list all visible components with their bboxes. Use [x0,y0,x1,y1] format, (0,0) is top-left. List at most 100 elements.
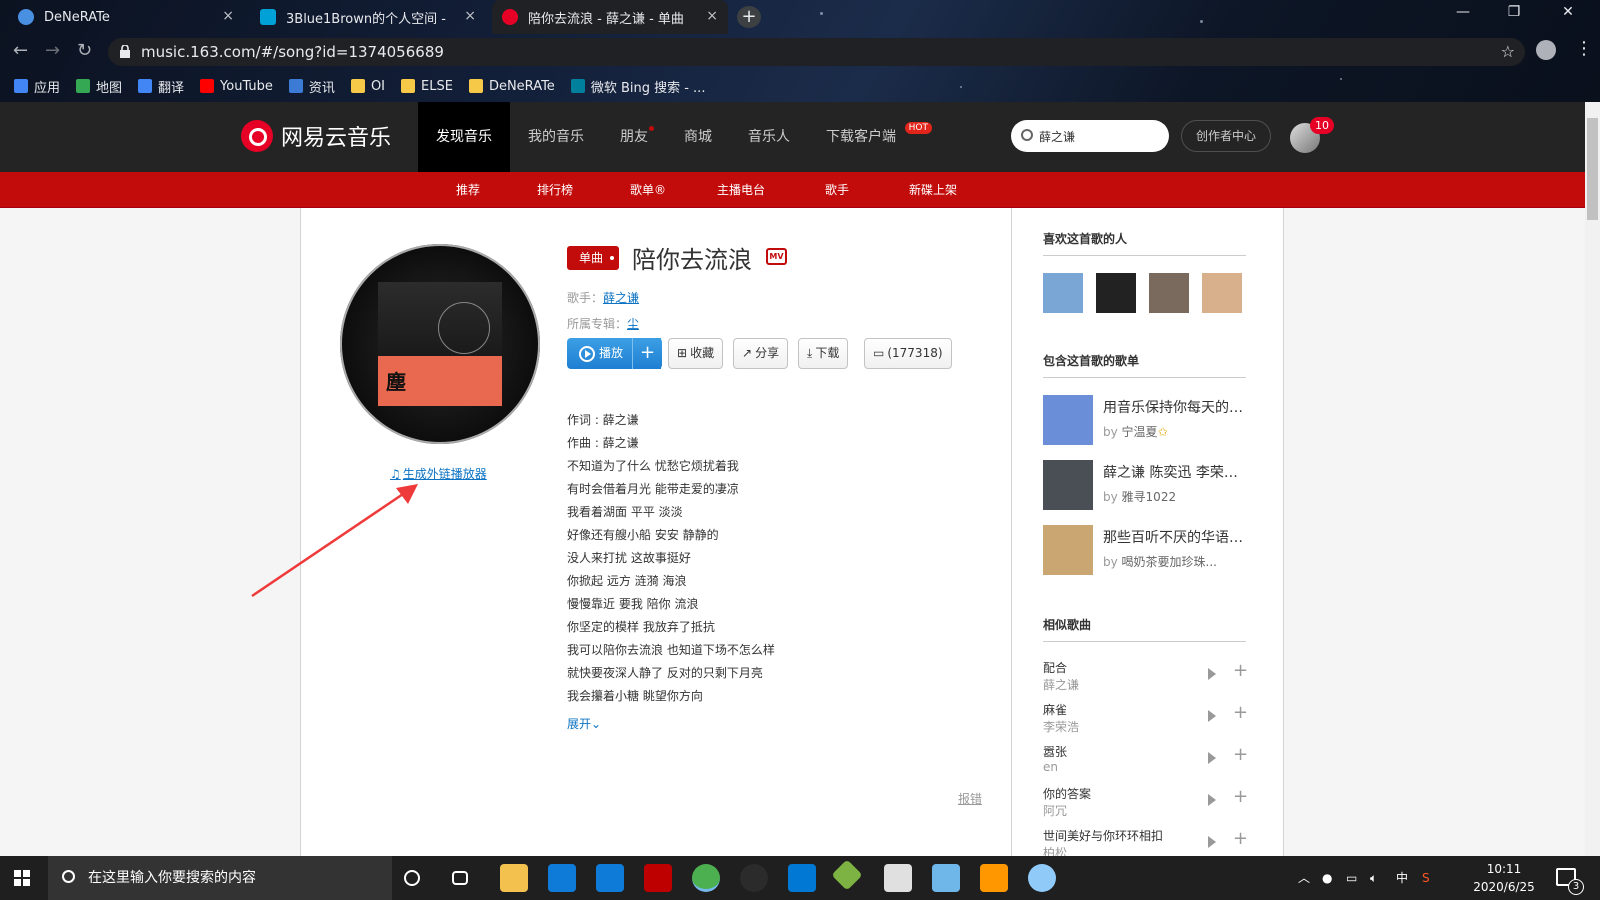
bookmark-star-icon[interactable]: ☆ [1501,38,1515,66]
playlist-name[interactable]: 薛之谦 陈奕迅 李荣浩 华晨宇 [1103,462,1246,482]
album-link[interactable]: 尘 [627,317,639,331]
playlist-author[interactable]: 雅寻1022 [1122,490,1177,504]
share-button[interactable]: ↗ 分享 [733,338,789,369]
nav-store[interactable]: 商城 [666,102,730,172]
mv-icon[interactable]: MV [766,248,787,265]
restore-icon[interactable]: ❐ [1500,4,1528,20]
creator-center-button[interactable]: 创作者中心 [1181,120,1271,152]
network-icon[interactable]: ▭ [1346,856,1357,900]
qq-icon[interactable] [740,864,768,892]
add-icon[interactable]: + [1233,660,1248,681]
menu-icon[interactable]: ⋮ [1575,38,1593,59]
bookmark-folder-denerate[interactable]: DeNeRATe [468,79,555,94]
page-scrollbar[interactable] [1585,102,1600,856]
windows-start-icon[interactable] [14,870,30,886]
comments-button[interactable]: ▭ (177318) [864,338,952,369]
bookmark-translate[interactable]: 翻译 [138,77,184,96]
system-clock[interactable]: 10:11 2020/6/25 [1470,860,1538,896]
subnav-recommend[interactable]: 推荐 [456,172,480,208]
ime-indicator[interactable]: 中 [1396,856,1408,900]
new-tab-button[interactable]: + [737,6,761,28]
playlist-author[interactable]: 喝奶茶要加珍珠... [1122,555,1217,569]
vscode-icon[interactable] [788,864,816,892]
subnav-playlists[interactable]: 歌单® [630,172,666,208]
bookmark-youtube[interactable]: YouTube [200,79,273,94]
address-bar[interactable]: music.163.com/#/song?id=1374056689 ☆ [108,38,1525,66]
close-window-icon[interactable]: ✕ [1554,4,1582,20]
browser-tab[interactable]: 3Blue1Brown的个人空间 - 哔哩 × [250,0,486,34]
playlist-item[interactable]: 那些百听不厌的华语经典 by 喝奶茶要加珍珠... [1043,525,1246,575]
add-icon[interactable]: + [1233,828,1246,849]
similar-song-name[interactable]: 嚣张 [1043,743,1067,760]
similar-song-artist[interactable]: 柏松 [1043,844,1067,856]
report-error-link[interactable]: 报错 [958,790,982,807]
typora-icon[interactable] [884,864,912,892]
close-tab-icon[interactable]: × [706,8,718,24]
bookmark-folder-else[interactable]: ELSE [401,79,453,94]
playlist-name[interactable]: 那些百听不厌的华语经典 [1103,527,1246,547]
task-view-icon[interactable] [452,871,468,885]
liker-avatar[interactable] [1096,273,1136,313]
chrome-icon[interactable] [692,864,720,892]
bookmark-news[interactable]: 资讯 [288,77,335,96]
tray-expand-icon[interactable]: ︿ [1298,856,1310,900]
paint-icon[interactable] [1028,864,1056,892]
reload-icon[interactable]: ↻ [77,40,92,61]
play-icon[interactable] [1208,752,1216,764]
play-icon[interactable] [1208,794,1216,806]
singer-link[interactable]: 薛之谦 [603,291,639,305]
profile-icon[interactable] [1536,40,1556,60]
liker-avatar[interactable] [1202,273,1242,313]
sublime-icon[interactable] [980,864,1008,892]
site-search[interactable] [1011,120,1169,152]
similar-song-name[interactable]: 麻雀 [1043,701,1067,718]
volume-icon[interactable]: 🔈︎ [1370,856,1377,900]
playlist-item[interactable]: 用音乐保持你每天的好心情 by 宁温夏✩ [1043,395,1246,445]
sogou-icon[interactable]: S [1422,856,1430,900]
search-input[interactable] [1039,126,1159,146]
subnav-artists[interactable]: 歌手 [825,172,849,208]
taskbar-search-box[interactable]: 在这里输入你要搜索的内容 [48,856,392,900]
forward-icon[interactable]: → [45,40,60,61]
subnav-charts[interactable]: 排行榜 [537,172,573,208]
notepad-icon[interactable] [932,864,960,892]
nav-musician[interactable]: 音乐人 [730,102,808,172]
close-tab-icon[interactable]: × [222,8,234,24]
bookmark-folder-oi[interactable]: OI [350,79,385,94]
add-icon[interactable]: + [1233,744,1248,765]
store-icon[interactable] [548,864,576,892]
cortana-icon[interactable] [404,870,420,886]
nav-discover[interactable]: 发现音乐 [418,102,510,172]
close-tab-icon[interactable]: × [464,8,476,24]
similar-song-name[interactable]: 你的答案 [1043,785,1091,802]
similar-song-artist[interactable]: 阿冗 [1043,802,1067,819]
add-to-queue-button[interactable]: + [632,338,662,369]
nav-download-client[interactable]: 下载客户端 HOT [808,102,932,172]
git-icon[interactable] [831,859,863,891]
subnav-radio[interactable]: 主播电台 [717,172,765,208]
subnav-new-albums[interactable]: 新碟上架 [909,172,957,208]
play-icon[interactable] [1208,836,1216,848]
add-icon[interactable]: + [1233,702,1248,723]
file-explorer-icon[interactable] [500,864,528,892]
mail-icon[interactable] [596,864,624,892]
back-icon[interactable]: ← [13,40,28,61]
bookmark-bing[interactable]: 微软 Bing 搜索 - ... [570,77,705,96]
playlist-item[interactable]: 薛之谦 陈奕迅 李荣浩 华晨宇 by 雅寻1022 [1043,460,1246,510]
similar-song-name[interactable]: 世间美好与你环环相扣 [1043,827,1163,844]
bookmark-apps[interactable]: 应用 [14,77,60,96]
similar-song-artist[interactable]: 薛之谦 [1043,676,1079,693]
download-button[interactable]: ⤓ 下载 [798,338,849,369]
scrollbar-thumb[interactable] [1587,118,1598,220]
browser-tab-active[interactable]: 陪你去流浪 - 薛之谦 - 单曲 - 网 × [492,0,728,34]
liker-avatar[interactable] [1043,273,1083,313]
playlist-author[interactable]: 宁温夏 [1122,425,1158,439]
minimize-icon[interactable]: — [1449,4,1477,20]
site-logo[interactable]: 网易云音乐 [241,120,391,152]
similar-song-artist[interactable]: en [1043,760,1058,774]
collect-button[interactable]: ⊞ 收藏 [668,338,724,369]
browser-tab[interactable]: DeNeRATe × [8,0,244,34]
similar-song-name[interactable]: 配合 [1043,659,1067,676]
liker-avatar[interactable] [1149,273,1189,313]
tray-qq-icon[interactable]: ● [1322,856,1332,900]
